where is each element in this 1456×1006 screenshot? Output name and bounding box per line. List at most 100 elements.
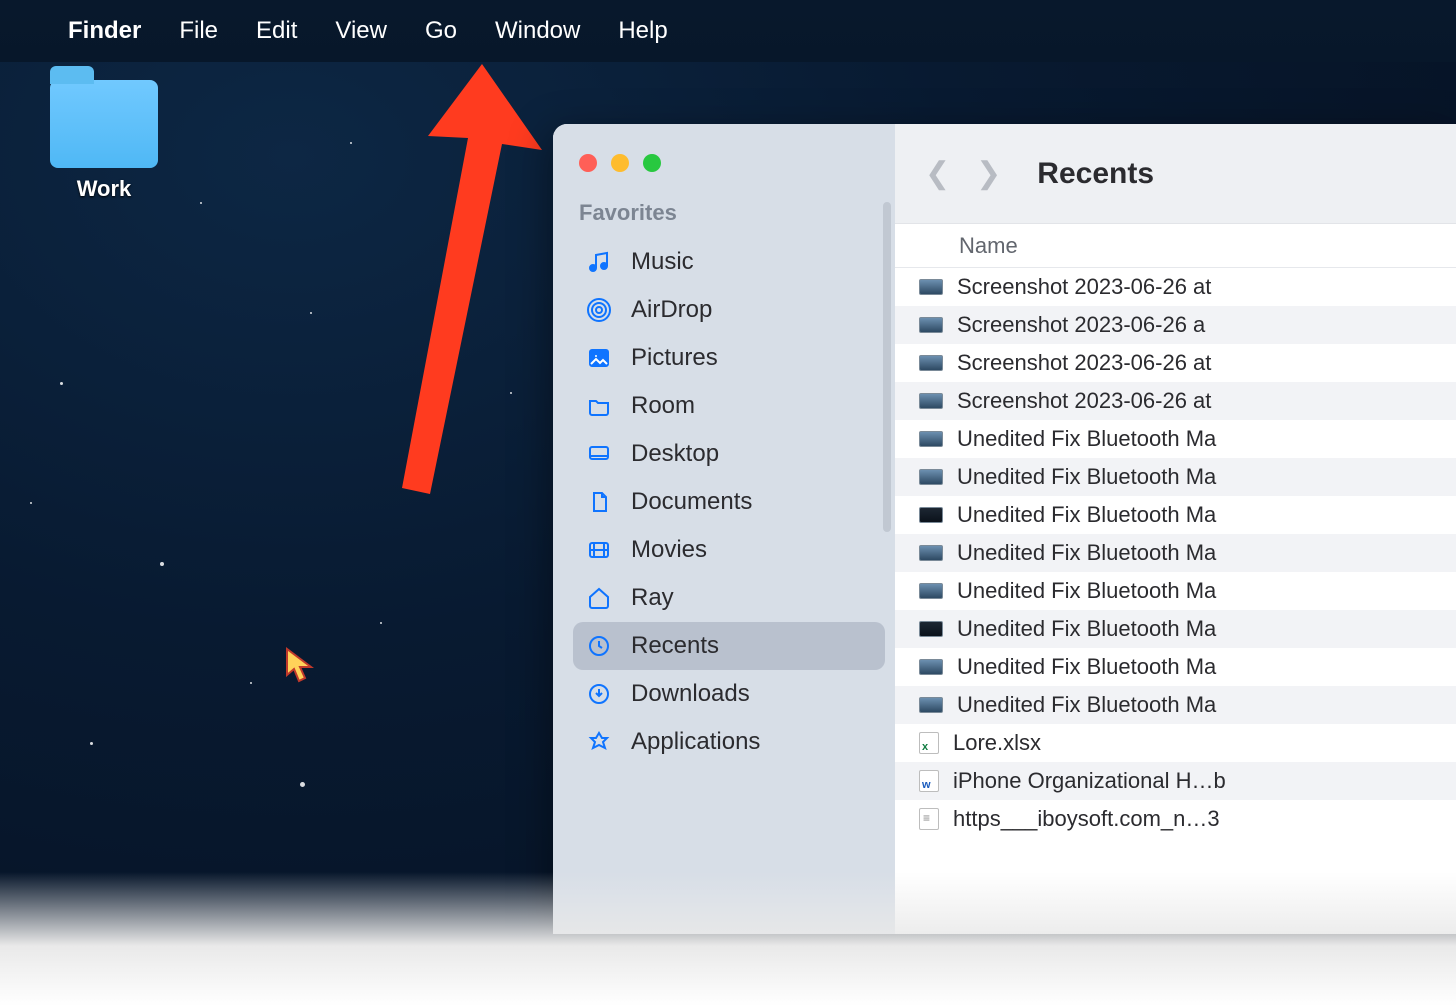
file-row[interactable]: Unedited Fix Bluetooth Ma <box>895 534 1456 572</box>
sidebar-item-desktop[interactable]: Desktop <box>573 430 885 478</box>
menu-view[interactable]: View <box>335 17 387 45</box>
finder-window: Favorites Music AirDrop Pictures Room De… <box>553 124 1456 934</box>
file-thumbnail-icon <box>919 393 943 409</box>
file-thumbnail-icon <box>919 808 939 830</box>
menu-window[interactable]: Window <box>495 17 580 45</box>
file-thumbnail-icon <box>919 583 943 599</box>
file-row[interactable]: https___iboysoft.com_n…3 <box>895 800 1456 838</box>
file-name: Screenshot 2023-06-26 at <box>957 388 1211 414</box>
music-icon <box>585 248 613 276</box>
close-window-button[interactable] <box>579 154 597 172</box>
file-name: https___iboysoft.com_n…3 <box>953 806 1220 832</box>
file-name: Unedited Fix Bluetooth Ma <box>957 540 1216 566</box>
sidebar-item-label: AirDrop <box>631 296 712 324</box>
sidebar-item-downloads[interactable]: Downloads <box>573 670 885 718</box>
folder-icon <box>585 392 613 420</box>
sidebar-item-label: Desktop <box>631 440 719 468</box>
document-icon <box>585 488 613 516</box>
airdrop-icon <box>585 296 613 324</box>
file-name: Unedited Fix Bluetooth Ma <box>957 616 1216 642</box>
app-name[interactable]: Finder <box>68 17 141 45</box>
applications-icon <box>585 728 613 756</box>
file-name: Screenshot 2023-06-26 at <box>957 350 1211 376</box>
file-name: Unedited Fix Bluetooth Ma <box>957 654 1216 680</box>
sidebar-item-label: Music <box>631 248 694 276</box>
file-thumbnail-icon <box>919 659 943 675</box>
menu-help[interactable]: Help <box>618 17 667 45</box>
download-icon <box>585 680 613 708</box>
window-controls <box>579 154 885 172</box>
file-row[interactable]: Unedited Fix Bluetooth Ma <box>895 686 1456 724</box>
file-row[interactable]: Unedited Fix Bluetooth Ma <box>895 610 1456 648</box>
sidebar-item-applications[interactable]: Applications <box>573 718 885 766</box>
sidebar-item-label: Recents <box>631 632 719 660</box>
file-name: Unedited Fix Bluetooth Ma <box>957 502 1216 528</box>
folder-icon <box>50 80 158 168</box>
forward-button[interactable]: ❯ <box>976 156 1001 191</box>
file-row[interactable]: Screenshot 2023-06-26 a <box>895 306 1456 344</box>
file-row[interactable]: Unedited Fix Bluetooth Ma <box>895 496 1456 534</box>
file-row[interactable]: Unedited Fix Bluetooth Ma <box>895 420 1456 458</box>
file-row[interactable]: Unedited Fix Bluetooth Ma <box>895 648 1456 686</box>
file-row[interactable]: Lore.xlsx <box>895 724 1456 762</box>
file-row[interactable]: Screenshot 2023-06-26 at <box>895 268 1456 306</box>
desktop[interactable]: Work Favorites Music AirDrop <box>0 62 1456 1006</box>
sidebar-item-pictures[interactable]: Pictures <box>573 334 885 382</box>
file-row[interactable]: Screenshot 2023-06-26 at <box>895 344 1456 382</box>
file-name: Unedited Fix Bluetooth Ma <box>957 692 1216 718</box>
sidebar-item-home[interactable]: Ray <box>573 574 885 622</box>
finder-toolbar: ❮ ❯ Recents <box>895 124 1456 224</box>
sidebar-item-documents[interactable]: Documents <box>573 478 885 526</box>
file-thumbnail-icon <box>919 469 943 485</box>
file-name: iPhone Organizational H…b <box>953 768 1226 794</box>
sidebar-item-label: Pictures <box>631 344 718 372</box>
menu-edit[interactable]: Edit <box>256 17 297 45</box>
file-list: Screenshot 2023-06-26 at Screenshot 2023-… <box>895 268 1456 934</box>
file-name: Screenshot 2023-06-26 at <box>957 274 1211 300</box>
mouse-cursor-icon <box>285 647 315 683</box>
file-row[interactable]: Screenshot 2023-06-26 at <box>895 382 1456 420</box>
column-header-name[interactable]: Name <box>895 224 1456 268</box>
page-fade <box>0 872 1456 1006</box>
menu-go[interactable]: Go <box>425 17 457 45</box>
finder-main: ❮ ❯ Recents Name Screenshot 2023-06-26 a… <box>895 124 1456 934</box>
file-thumbnail-icon <box>919 507 943 523</box>
sidebar-item-airdrop[interactable]: AirDrop <box>573 286 885 334</box>
file-thumbnail-icon <box>919 621 943 637</box>
file-thumbnail-icon <box>919 697 943 713</box>
sidebar-item-music[interactable]: Music <box>573 238 885 286</box>
sidebar-scrollbar[interactable] <box>883 202 891 532</box>
file-thumbnail-icon <box>919 279 943 295</box>
file-name: Screenshot 2023-06-26 a <box>957 312 1205 338</box>
sidebar-item-label: Ray <box>631 584 674 612</box>
file-name: Unedited Fix Bluetooth Ma <box>957 464 1216 490</box>
back-button[interactable]: ❮ <box>925 156 950 191</box>
file-thumbnail-icon <box>919 431 943 447</box>
file-name: Unedited Fix Bluetooth Ma <box>957 578 1216 604</box>
file-row[interactable]: Unedited Fix Bluetooth Ma <box>895 572 1456 610</box>
file-name: Lore.xlsx <box>953 730 1041 756</box>
file-thumbnail-icon <box>919 545 943 561</box>
sidebar-item-label: Movies <box>631 536 707 564</box>
finder-sidebar: Favorites Music AirDrop Pictures Room De… <box>553 124 895 934</box>
sidebar-item-movies[interactable]: Movies <box>573 526 885 574</box>
sidebar-section-favorites: Favorites <box>579 200 885 226</box>
desktop-folder-label: Work <box>34 176 174 202</box>
maximize-window-button[interactable] <box>643 154 661 172</box>
menubar: Finder File Edit View Go Window Help <box>0 0 1456 62</box>
menu-file[interactable]: File <box>179 17 218 45</box>
sidebar-item-room[interactable]: Room <box>573 382 885 430</box>
file-row[interactable]: Unedited Fix Bluetooth Ma <box>895 458 1456 496</box>
clock-icon <box>585 632 613 660</box>
file-row[interactable]: iPhone Organizational H…b <box>895 762 1456 800</box>
annotation-arrow-icon <box>390 64 570 504</box>
sidebar-item-recents[interactable]: Recents <box>573 622 885 670</box>
desktop-folder-work[interactable]: Work <box>34 80 174 202</box>
file-thumbnail-icon <box>919 770 939 792</box>
file-thumbnail-icon <box>919 317 943 333</box>
sidebar-item-label: Documents <box>631 488 752 516</box>
file-thumbnail-icon <box>919 355 943 371</box>
minimize-window-button[interactable] <box>611 154 629 172</box>
file-thumbnail-icon <box>919 732 939 754</box>
sidebar-item-label: Applications <box>631 728 760 756</box>
